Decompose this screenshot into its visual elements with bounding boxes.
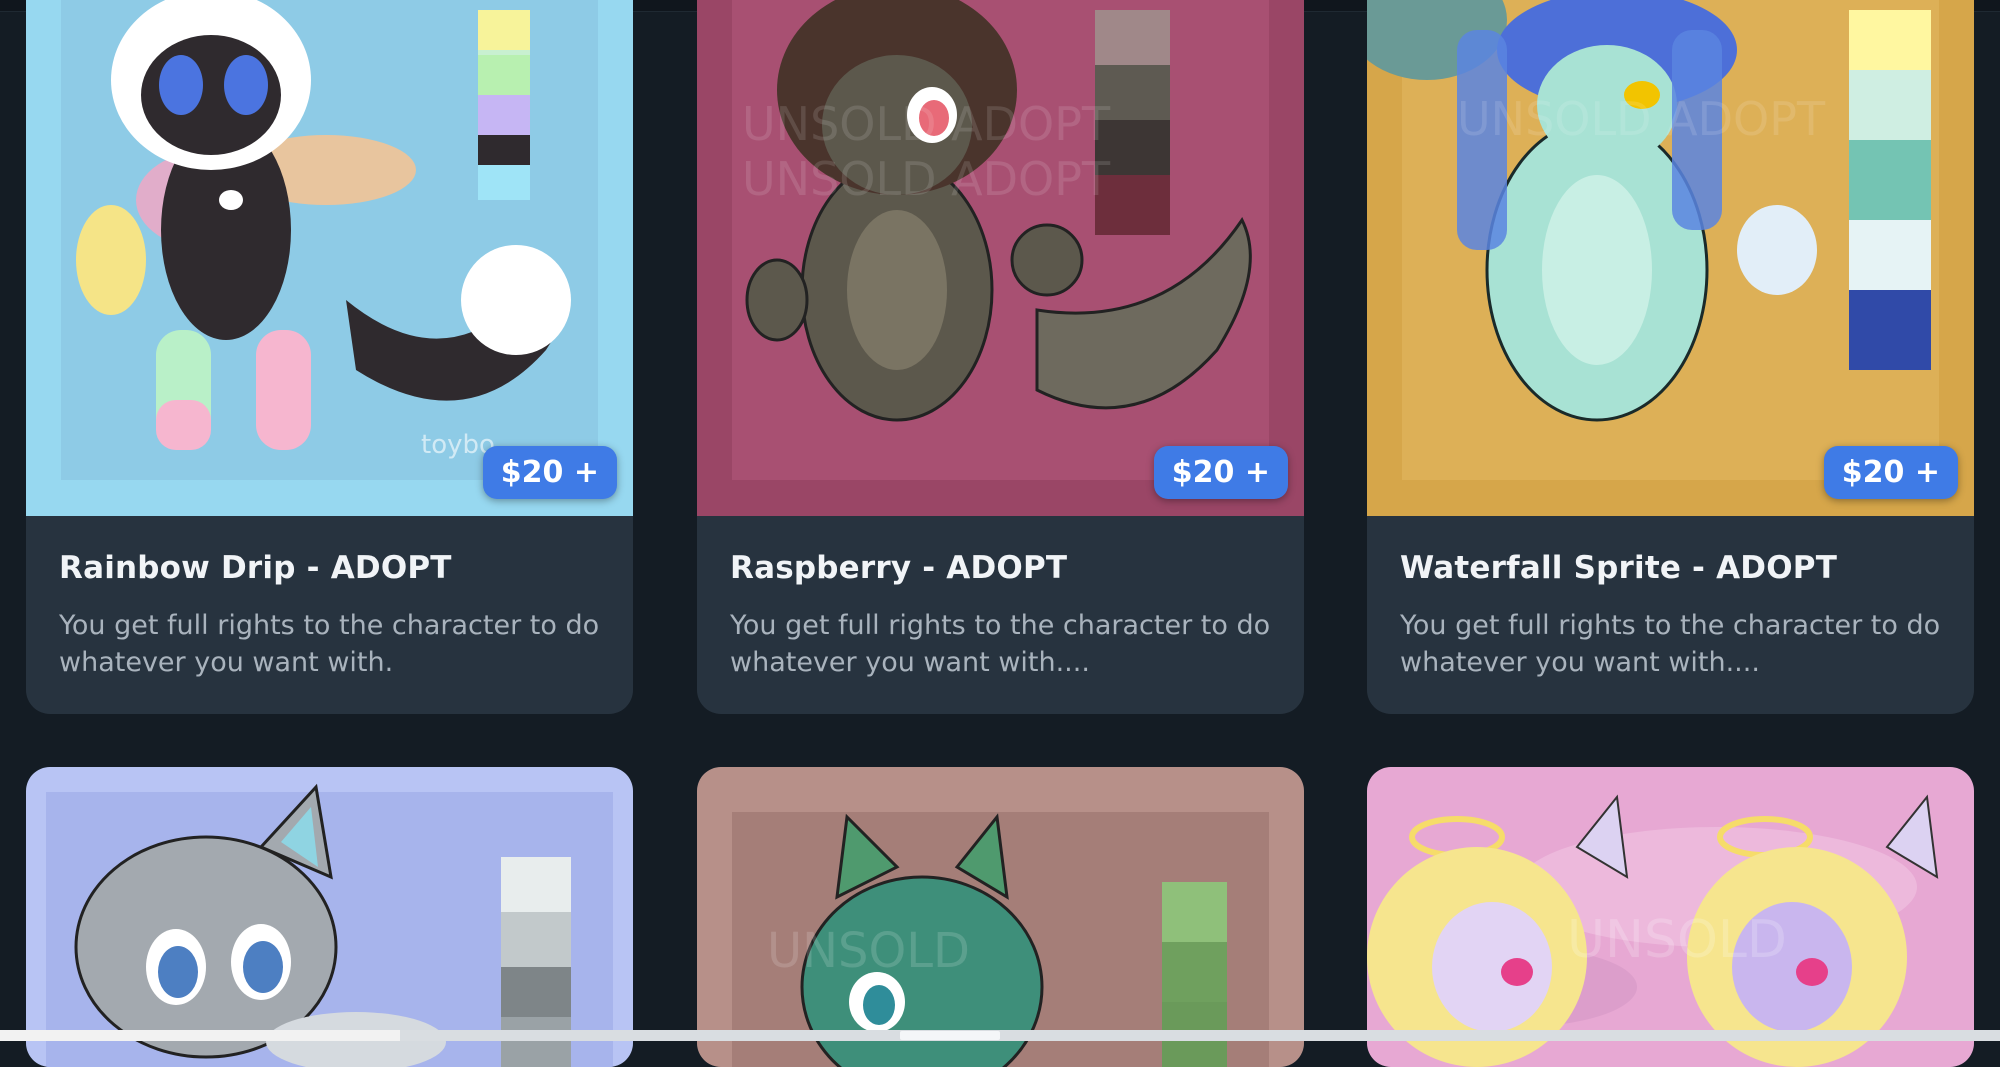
product-image[interactable]: UNSOLD bbox=[697, 767, 1304, 1067]
svg-text:UNSOLD: UNSOLD bbox=[1567, 910, 1787, 970]
product-description: You get full rights to the character to … bbox=[59, 610, 600, 678]
product-card-rainbow-drip[interactable]: toybo $20 + Rainbow Drip - ADOPT You get… bbox=[26, 0, 633, 714]
product-card-raspberry[interactable]: UNSOLD ADOPT UNSOLD ADOPT $20 + Raspberr… bbox=[697, 0, 1304, 714]
product-image[interactable]: UNSOLD bbox=[1367, 767, 1974, 1067]
product-image[interactable]: UNSOLD ADOPT bbox=[1367, 0, 1974, 516]
character-art-icon: UNSOLD ADOPT UNSOLD ADOPT bbox=[697, 0, 1304, 516]
bottom-scroll-bar[interactable] bbox=[0, 1030, 2000, 1041]
character-art-icon bbox=[26, 767, 633, 1067]
product-image[interactable] bbox=[26, 767, 633, 1067]
character-art-icon: UNSOLD ADOPT bbox=[1367, 0, 1974, 516]
svg-text:UNSOLD: UNSOLD bbox=[767, 923, 970, 979]
product-description: You get full rights to the character to … bbox=[730, 610, 1271, 678]
svg-text:UNSOLD ADOPT: UNSOLD ADOPT bbox=[742, 152, 1111, 206]
product-title[interactable]: Rainbow Drip - ADOPT bbox=[59, 550, 452, 586]
product-title[interactable]: Raspberry - ADOPT bbox=[730, 550, 1067, 586]
product-image[interactable]: toybo bbox=[26, 0, 633, 516]
svg-text:UNSOLD ADOPT: UNSOLD ADOPT bbox=[1457, 92, 1826, 146]
product-card-waterfall-sprite[interactable]: UNSOLD ADOPT $20 + Waterfall Sprite - AD… bbox=[1367, 0, 1974, 714]
character-art-icon: UNSOLD bbox=[697, 767, 1304, 1067]
price-badge[interactable]: $20 + bbox=[1153, 446, 1288, 499]
character-art-icon: toybo bbox=[26, 0, 633, 516]
product-grid: toybo $20 + Rainbow Drip - ADOPT You get… bbox=[0, 0, 2000, 1067]
price-badge[interactable]: $20 + bbox=[482, 446, 617, 499]
product-image[interactable]: UNSOLD ADOPT UNSOLD ADOPT bbox=[697, 0, 1304, 516]
product-card-6[interactable]: UNSOLD bbox=[1367, 767, 1974, 1067]
product-card-4[interactable] bbox=[26, 767, 633, 1067]
product-card-5[interactable]: UNSOLD bbox=[697, 767, 1304, 1067]
svg-text:UNSOLD ADOPT: UNSOLD ADOPT bbox=[742, 97, 1111, 151]
product-title[interactable]: Waterfall Sprite - ADOPT bbox=[1400, 550, 1837, 586]
product-description: You get full rights to the character to … bbox=[1400, 610, 1941, 678]
scroll-thumb[interactable] bbox=[900, 1031, 1000, 1040]
price-badge[interactable]: $20 + bbox=[1823, 446, 1958, 499]
character-art-icon: UNSOLD bbox=[1367, 767, 1974, 1067]
scroll-track-segment bbox=[0, 1030, 400, 1041]
